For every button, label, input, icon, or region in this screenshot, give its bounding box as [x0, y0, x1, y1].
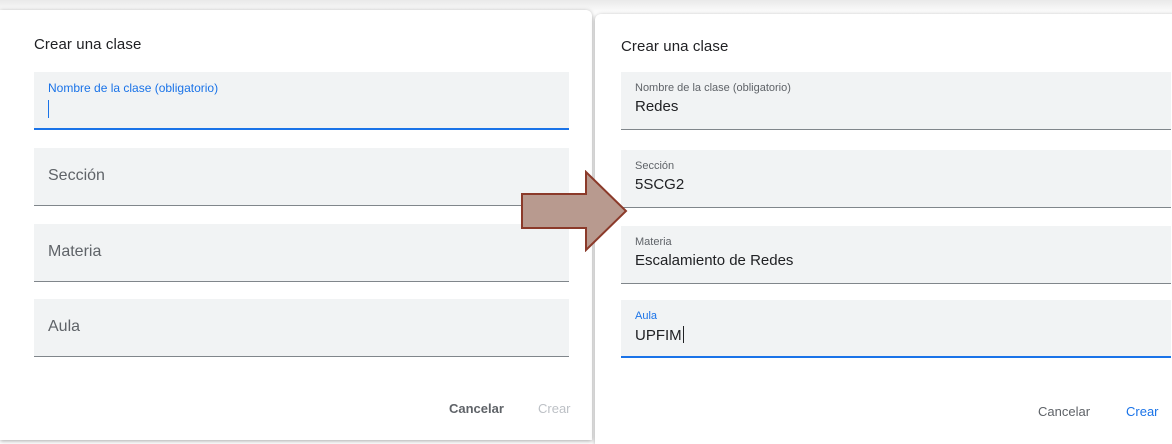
create-class-dialog-empty: Crear una clase Nombre de la clase (obli…: [0, 10, 592, 440]
room-label: Aula: [635, 310, 658, 322]
room-placeholder: Aula: [48, 318, 81, 335]
dialog-title: Crear una clase: [621, 38, 729, 55]
subject-value: Escalamiento de Redes: [635, 252, 794, 269]
class-name-field[interactable]: Nombre de la clase (obligatorio): [34, 72, 569, 130]
create-button[interactable]: Crear: [1126, 404, 1159, 419]
cancel-button[interactable]: Cancelar: [449, 401, 504, 416]
class-name-label: Nombre de la clase (obligatorio): [48, 81, 219, 95]
class-name-field[interactable]: Nombre de la clase (obligatorio) Redes: [621, 72, 1171, 130]
room-field[interactable]: Aula: [34, 299, 569, 357]
text-caret: [682, 326, 684, 343]
text-caret: [48, 100, 49, 118]
class-name-label: Nombre de la clase (obligatorio): [635, 82, 791, 94]
section-field[interactable]: Sección: [34, 148, 569, 206]
room-field[interactable]: Aula UPFIM: [621, 300, 1171, 358]
subject-field[interactable]: Materia: [34, 224, 569, 282]
class-name-value: Redes: [635, 98, 679, 115]
create-class-dialog-filled: Crear una clase Nombre de la clase (obli…: [595, 14, 1172, 444]
room-value-text: UPFIM: [635, 327, 682, 344]
create-button-disabled[interactable]: Crear: [538, 401, 571, 416]
cancel-button[interactable]: Cancelar: [1038, 404, 1090, 419]
section-field[interactable]: Sección 5SCG2: [621, 150, 1171, 208]
subject-label: Materia: [635, 236, 672, 248]
right-arrow-icon: [521, 170, 628, 252]
section-value: 5SCG2: [635, 176, 685, 193]
section-placeholder: Sección: [48, 167, 105, 184]
subject-placeholder: Materia: [48, 243, 102, 260]
subject-field[interactable]: Materia Escalamiento de Redes: [621, 226, 1171, 284]
dialog-title: Crear una clase: [34, 36, 142, 53]
room-value: UPFIM: [635, 326, 684, 344]
section-label: Sección: [635, 160, 675, 172]
